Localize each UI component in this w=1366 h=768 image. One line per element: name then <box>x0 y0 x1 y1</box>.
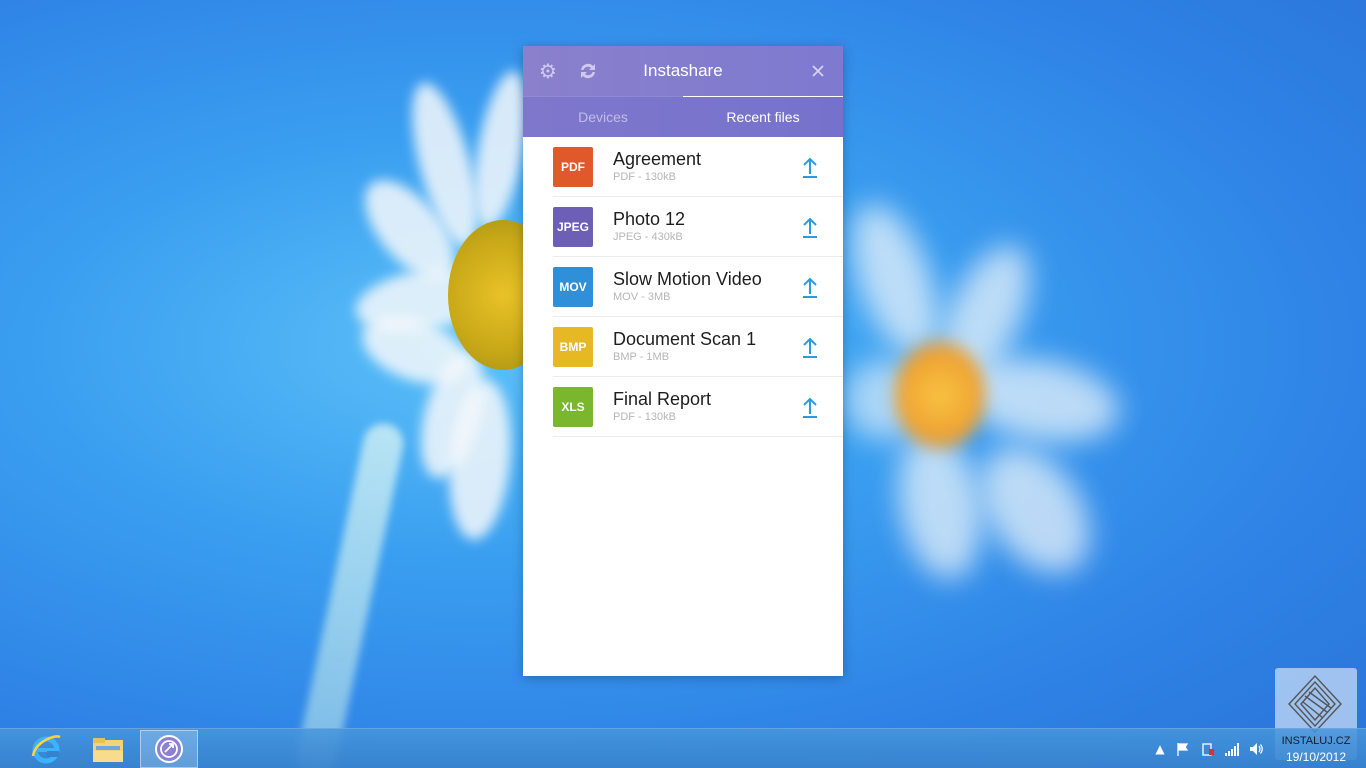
folder-icon <box>93 738 123 762</box>
active-tab-indicator <box>683 96 843 97</box>
file-meta: PDF - 130kB <box>613 411 676 423</box>
power-icon[interactable] <box>1200 741 1216 757</box>
taskbar-instashare[interactable] <box>140 730 198 768</box>
file-name: Photo 12 <box>613 209 686 229</box>
file-meta: BMP - 1MB <box>613 351 670 363</box>
file-row[interactable]: PDF Agreement PDF - 130kB <box>553 137 843 197</box>
internet-explorer-icon <box>31 735 61 764</box>
flag-icon[interactable] <box>1175 741 1191 757</box>
close-icon[interactable] <box>807 60 829 82</box>
file-type-badge: BMP <box>553 326 593 367</box>
instashare-window: ⚙ Instashare Devices Recent files PDF Agr… <box>523 46 843 676</box>
file-info: Photo 12 JPEG - 430kB <box>613 209 685 244</box>
file-name: Document Scan 1 <box>613 329 757 349</box>
recent-files-list: PDF Agreement PDF - 130kB JPEG Photo 12 JPEG … <box>523 137 843 437</box>
title-bar: ⚙ Instashare <box>523 46 843 96</box>
taskbar-file-explorer[interactable] <box>79 730 137 768</box>
file-name: Slow Motion Video <box>613 269 762 289</box>
file-info: Document Scan 1 BMP - 1MB <box>613 329 756 364</box>
file-info: Slow Motion Video MOV - 3MB <box>613 269 762 304</box>
upload-icon[interactable] <box>799 395 821 419</box>
taskbar-clock[interactable]: INSTALUJ.CZ 19/10/2012 <box>1276 733 1356 765</box>
file-type-badge: XLS <box>553 386 593 427</box>
tab-bar: Devices Recent files <box>523 96 843 137</box>
tab-devices[interactable]: Devices <box>523 97 683 137</box>
file-type-badge: PDF <box>553 146 593 187</box>
file-row[interactable]: JPEG Photo 12 JPEG - 430kB <box>553 197 843 257</box>
clock-date: 19/10/2012 <box>1285 750 1347 764</box>
instashare-icon <box>155 735 183 763</box>
show-hidden-icons-icon[interactable]: ▲ <box>1152 741 1168 757</box>
wallpaper-flower-center <box>895 340 985 450</box>
file-row[interactable]: MOV Slow Motion Video MOV - 3MB <box>553 257 843 317</box>
taskbar: ▲ INSTALUJ.CZ 19/10/2012 <box>0 728 1366 768</box>
file-meta: MOV - 3MB <box>613 291 671 303</box>
app-title: Instashare <box>643 61 723 80</box>
refresh-icon[interactable] <box>577 60 599 82</box>
upload-icon[interactable] <box>799 275 821 299</box>
network-icon[interactable] <box>1224 741 1240 757</box>
taskbar-internet-explorer[interactable] <box>17 730 75 768</box>
file-name: Agreement <box>613 149 702 169</box>
file-meta: PDF - 130kB <box>613 171 676 183</box>
tab-recent-files[interactable]: Recent files <box>683 97 843 137</box>
volume-icon[interactable] <box>1248 741 1264 757</box>
watermark-text: INSTALUJ.CZ <box>1281 735 1351 747</box>
file-type-badge: MOV <box>553 266 593 307</box>
upload-icon[interactable] <box>799 215 821 239</box>
file-info: Agreement PDF - 130kB <box>613 149 701 184</box>
file-name: Final Report <box>613 389 712 409</box>
file-meta: JPEG - 430kB <box>613 231 683 243</box>
gear-icon[interactable]: ⚙ <box>537 60 559 82</box>
file-info: Final Report PDF - 130kB <box>613 389 711 424</box>
file-row[interactable]: BMP Document Scan 1 BMP - 1MB <box>553 317 843 377</box>
upload-icon[interactable] <box>799 155 821 179</box>
upload-icon[interactable] <box>799 335 821 359</box>
file-type-badge: JPEG <box>553 206 593 247</box>
wallpaper-stem <box>293 419 407 768</box>
file-row[interactable]: XLS Final Report PDF - 130kB <box>553 377 843 437</box>
